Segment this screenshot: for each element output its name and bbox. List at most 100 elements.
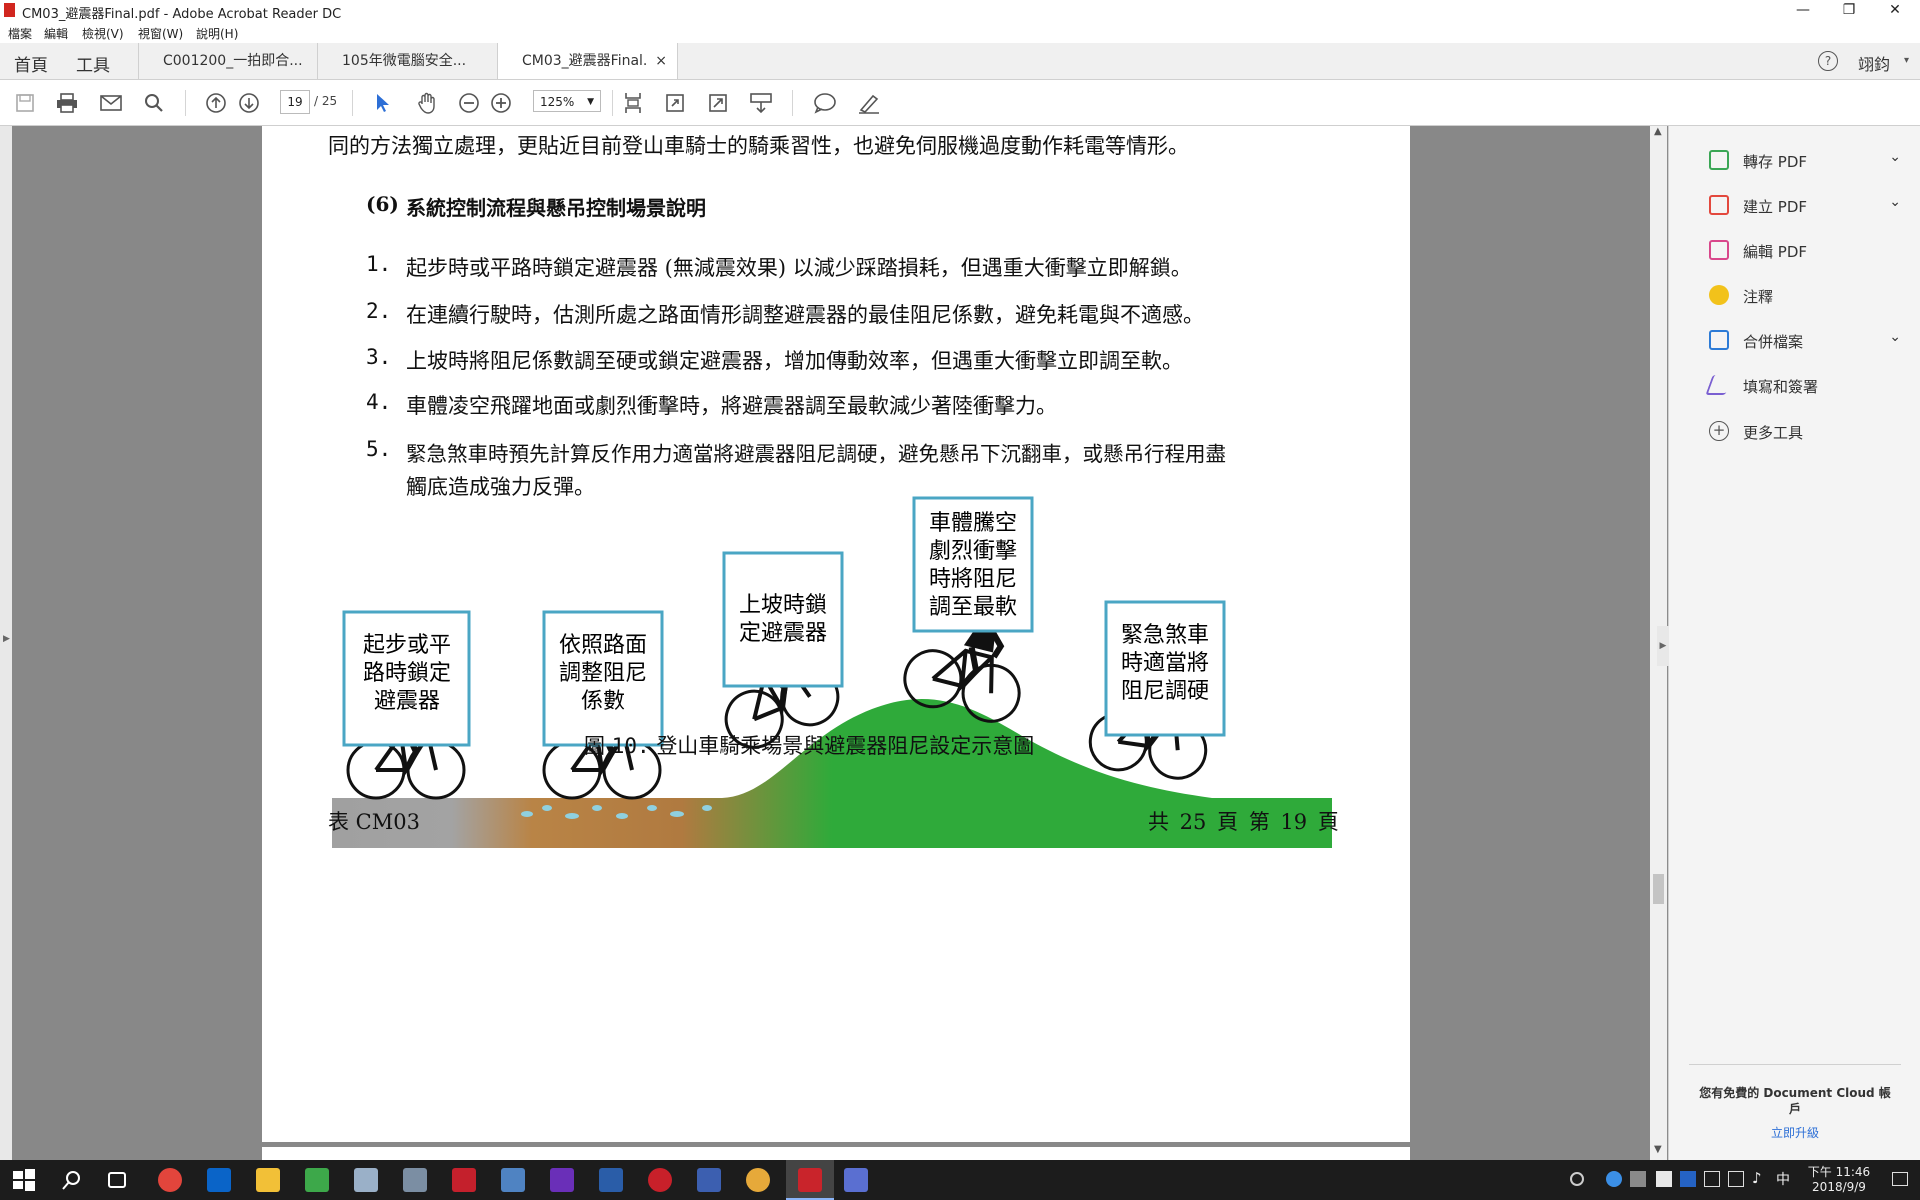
clock-time[interactable]: 下午 11:46 <box>1796 1163 1882 1180</box>
tray-app-icon[interactable] <box>1680 1171 1696 1187</box>
page-number-input[interactable]: 19 <box>280 90 310 114</box>
zoom-in-icon[interactable] <box>488 90 514 116</box>
tab-document-active[interactable]: CM03_避震器Final. × <box>498 43 678 79</box>
caption-box: 起步或平 路時鎖定 避震器 <box>342 610 471 747</box>
filezilla-icon[interactable] <box>452 1168 476 1192</box>
zoom-out-icon[interactable] <box>456 90 482 116</box>
tool-more-tools[interactable]: + 更多工具 <box>1709 417 1909 447</box>
left-panel-toggle[interactable]: ▶ <box>0 126 12 1160</box>
tool-export-pdf[interactable]: 轉存 PDF ⌄ <box>1709 146 1909 176</box>
print-icon[interactable] <box>54 90 80 116</box>
help-icon[interactable]: ? <box>1818 51 1838 71</box>
chevron-down-icon[interactable]: ⌄ <box>1889 329 1901 345</box>
menu-help[interactable]: 說明(H) <box>196 25 238 42</box>
tool-edit-pdf[interactable]: 編輯 PDF <box>1709 236 1909 266</box>
search-icon[interactable] <box>60 1168 84 1192</box>
volume-icon[interactable]: ♪ <box>1752 1169 1762 1187</box>
minimize-button[interactable]: — <box>1780 0 1826 22</box>
fit-page-icon[interactable] <box>620 90 646 116</box>
menu-window[interactable]: 視窗(W) <box>138 25 183 42</box>
save-icon[interactable] <box>12 90 38 116</box>
promo-text: 您有免費的 Document Cloud 帳 <box>1699 1086 1891 1100</box>
chevron-down-icon[interactable]: ▾ <box>1904 55 1909 66</box>
tray-app-icon[interactable] <box>1704 1171 1720 1187</box>
box-line: 路時鎖定 <box>363 661 451 686</box>
tray-app-icon[interactable] <box>1630 1171 1646 1187</box>
ime-indicator[interactable]: 中 <box>1776 1169 1790 1189</box>
task-view-icon[interactable] <box>108 1172 126 1188</box>
hand-icon[interactable] <box>414 90 440 116</box>
list-item: 上坡時將阻尼係數調至硬或鎖定避震器，增加傳動效率，但遇重大衝擊立即調至軟。 <box>406 349 1183 373</box>
search-icon[interactable] <box>141 90 167 116</box>
box-line: 係數 <box>581 689 625 714</box>
file-explorer-icon[interactable] <box>256 1168 280 1192</box>
title-bar: CM03_避震器Final.pdf - Adobe Acrobat Reader… <box>0 0 1920 22</box>
tab-document-2[interactable]: 105年微電腦安全... <box>318 43 498 79</box>
outlook-icon[interactable] <box>207 1168 231 1192</box>
tab-close-icon[interactable]: × <box>655 43 667 79</box>
paragraph-text: 同的方法獨立處理，更貼近目前登山車騎士的騎乘習性，也避免伺服機過度動作耗電等情形… <box>328 134 1189 158</box>
menu-file[interactable]: 檔案 <box>8 25 32 42</box>
tray-app-icon[interactable] <box>1656 1171 1672 1187</box>
word-icon[interactable] <box>599 1168 623 1192</box>
paint-icon[interactable] <box>746 1168 770 1192</box>
app-icon[interactable] <box>354 1168 378 1192</box>
maximize-button[interactable]: ❐ <box>1826 0 1872 22</box>
scroll-up-icon[interactable]: ▲ <box>1654 126 1662 137</box>
tool-create-pdf[interactable]: 建立 PDF ⌄ <box>1709 191 1909 221</box>
nav-home[interactable]: 首頁 <box>14 51 48 76</box>
list-item: 在連續行駛時，估測所處之路面情形調整避震器的最佳阻尼係數，避免耗電與不適感。 <box>406 303 1204 327</box>
page-down-icon[interactable] <box>236 90 262 116</box>
app-icon[interactable] <box>648 1168 672 1192</box>
network-icon[interactable] <box>1728 1171 1744 1187</box>
menu-edit[interactable]: 編輯 <box>44 25 68 42</box>
more-tools-icon: + <box>1709 421 1729 441</box>
acrobat-taskbar-button[interactable] <box>786 1160 834 1200</box>
tool-label: 編輯 PDF <box>1743 243 1807 261</box>
scroll-thumb[interactable] <box>1653 874 1664 904</box>
user-name[interactable]: 翊鈞 <box>1858 51 1890 75</box>
chrome-icon[interactable] <box>158 1168 182 1192</box>
pdf-page: 同的方法獨立處理，更貼近目前登山車騎士的騎乘習性，也避免伺服機過度動作耗電等情形… <box>262 126 1410 1142</box>
rotate-icon[interactable] <box>662 90 688 116</box>
app-icon[interactable] <box>305 1168 329 1192</box>
zoom-select[interactable]: 125% ▼ <box>533 90 601 112</box>
list-number: 1. <box>366 252 392 276</box>
app-icon[interactable] <box>844 1168 868 1192</box>
clock-date[interactable]: 2018/9/9 <box>1796 1180 1882 1194</box>
nav-tools[interactable]: 工具 <box>76 51 110 76</box>
tools-icon[interactable] <box>403 1168 427 1192</box>
tool-combine-files[interactable]: 合併檔案 ⌄ <box>1709 326 1909 356</box>
tab-document-1[interactable]: C001200_一拍即合... <box>138 43 318 79</box>
upgrade-link[interactable]: 立即升級 <box>1669 1124 1920 1141</box>
email-icon[interactable] <box>98 90 124 116</box>
figure-caption-text: 登山車騎乘場景與避震器阻尼設定示意圖 <box>656 734 1035 758</box>
people-icon[interactable] <box>1570 1172 1584 1186</box>
fullscreen-icon[interactable] <box>705 90 731 116</box>
visio-icon[interactable] <box>697 1168 721 1192</box>
visual-studio-icon[interactable] <box>550 1168 574 1192</box>
comment-icon <box>1709 285 1729 305</box>
page-up-icon[interactable] <box>203 90 229 116</box>
start-icon[interactable] <box>12 1168 36 1192</box>
figure-caption-prefix: 圖 <box>584 734 605 758</box>
comment-icon[interactable] <box>812 90 838 116</box>
chevron-down-icon[interactable]: ⌄ <box>1889 149 1901 165</box>
collapse-pane-icon[interactable]: ▶ <box>1657 626 1669 666</box>
app-icon[interactable] <box>501 1168 525 1192</box>
close-button[interactable]: ✕ <box>1872 0 1918 22</box>
tray-app-icon[interactable] <box>1606 1171 1622 1187</box>
menu-view[interactable]: 檢視(V) <box>82 25 124 42</box>
tool-comment[interactable]: 注釋 <box>1709 281 1909 311</box>
chevron-down-icon[interactable]: ⌄ <box>1889 194 1901 210</box>
tool-fill-sign[interactable]: 填寫和簽署 <box>1705 371 1909 401</box>
toolbar-separator <box>352 90 353 116</box>
action-center-icon[interactable] <box>1892 1172 1908 1186</box>
document-viewport[interactable]: 同的方法獨立處理，更貼近目前登山車騎士的騎乘習性，也避免伺服機過度動作耗電等情形… <box>12 126 1650 1160</box>
scroll-mode-icon[interactable] <box>748 90 774 116</box>
sign-icon[interactable] <box>856 90 882 116</box>
window-title: CM03_避震器Final.pdf - Adobe Acrobat Reader… <box>22 7 342 22</box>
select-arrow-icon[interactable] <box>370 90 396 116</box>
scroll-down-icon[interactable]: ▼ <box>1654 1144 1662 1155</box>
list-item: 車體凌空飛躍地面或劇烈衝擊時，將避震器調至最軟減少著陸衝擊力。 <box>406 394 1057 418</box>
